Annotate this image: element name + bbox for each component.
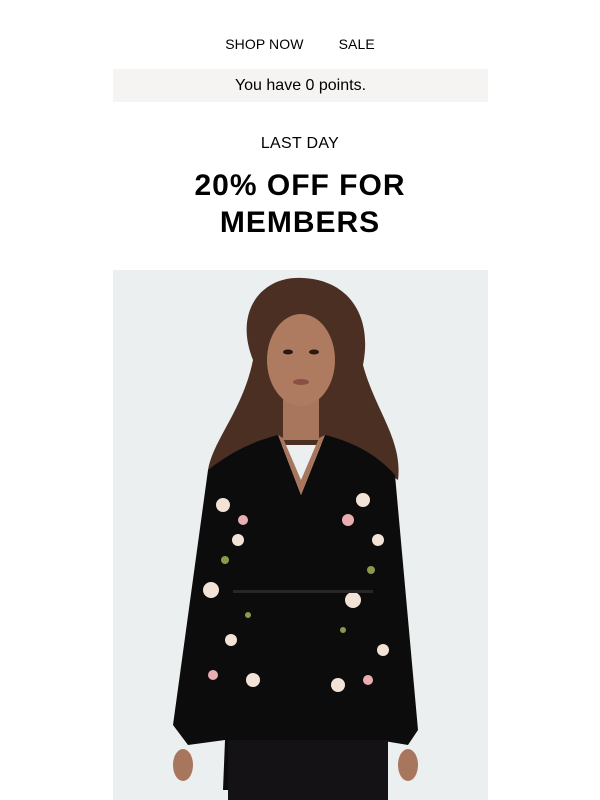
promo-eyebrow: LAST DAY [260,135,340,152]
email-page: SHOP NOW SALE You have 0 points. LAST DA… [0,0,600,800]
sale-link[interactable]: SALE [339,34,375,54]
shop-now-link[interactable]: SHOP NOW [225,34,303,54]
promo-headline: 20% OFF FOR MEMBERS [194,169,406,239]
model-photo-icon [113,270,488,800]
points-banner: You have 0 points. [113,69,488,102]
top-navigation: SHOP NOW SALE [0,34,600,54]
points-text: You have 0 points. [234,76,367,94]
hero-image[interactable] [113,270,488,800]
